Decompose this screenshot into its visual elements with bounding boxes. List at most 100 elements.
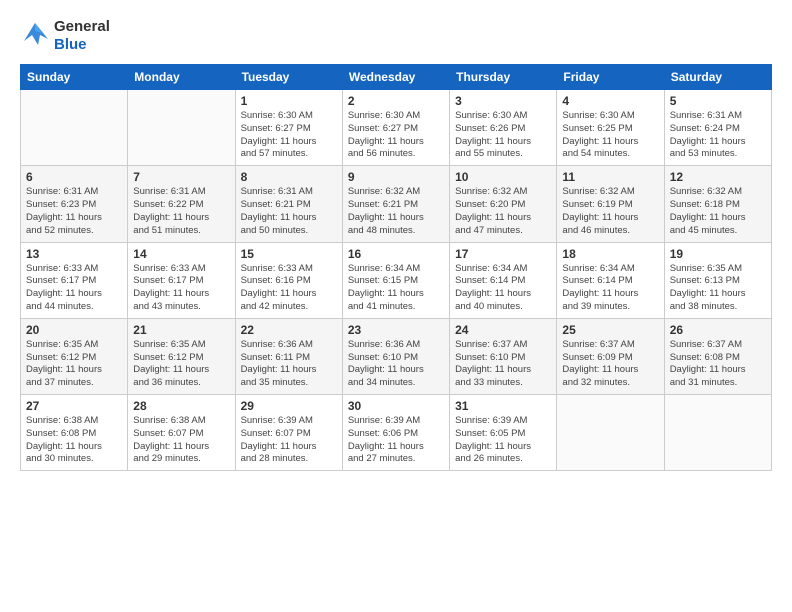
- day-info: Sunrise: 6:30 AMSunset: 6:27 PMDaylight:…: [241, 110, 337, 161]
- calendar-cell: 13Sunrise: 6:33 AMSunset: 6:17 PMDayligh…: [21, 242, 128, 318]
- day-info: Sunrise: 6:38 AMSunset: 6:08 PMDaylight:…: [26, 415, 122, 466]
- calendar-table: SundayMondayTuesdayWednesdayThursdayFrid…: [20, 64, 772, 471]
- day-number: 27: [26, 399, 122, 413]
- day-info: Sunrise: 6:31 AMSunset: 6:24 PMDaylight:…: [670, 110, 766, 161]
- day-number: 20: [26, 323, 122, 337]
- header: General Blue: [20, 18, 772, 54]
- day-number: 13: [26, 247, 122, 261]
- day-info: Sunrise: 6:34 AMSunset: 6:15 PMDaylight:…: [348, 263, 444, 314]
- day-info: Sunrise: 6:36 AMSunset: 6:11 PMDaylight:…: [241, 339, 337, 390]
- calendar-cell: 20 Sunrise: 6:35 AMSunset: 6:12 PMDayligh…: [21, 318, 128, 394]
- calendar-cell: 5 Sunrise: 6:31 AMSunset: 6:24 PMDaylight…: [664, 90, 771, 166]
- day-number: 9: [348, 170, 444, 184]
- calendar-cell: 14 Sunrise: 6:33 AMSunset: 6:17 PMDayligh…: [128, 242, 235, 318]
- day-info: Sunrise: 6:36 AMSunset: 6:10 PMDaylight:…: [348, 339, 444, 390]
- day-number: 14: [133, 247, 229, 261]
- day-info: Sunrise: 6:39 AMSunset: 6:07 PMDaylight:…: [241, 415, 337, 466]
- day-number: 26: [670, 323, 766, 337]
- day-info: Sunrise: 6:31 AMSunset: 6:22 PMDaylight:…: [133, 186, 229, 237]
- calendar-cell: 9 Sunrise: 6:32 AMSunset: 6:21 PMDaylight…: [342, 166, 449, 242]
- calendar-cell: 21 Sunrise: 6:35 AMSunset: 6:12 PMDayligh…: [128, 318, 235, 394]
- calendar-cell: 24Sunrise: 6:37 AMSunset: 6:10 PMDayligh…: [450, 318, 557, 394]
- calendar-cell: [557, 395, 664, 471]
- day-info: Sunrise: 6:31 AMSunset: 6:23 PMDaylight:…: [26, 186, 122, 237]
- day-number: 30: [348, 399, 444, 413]
- day-info: Sunrise: 6:33 AMSunset: 6:17 PMDaylight:…: [133, 263, 229, 314]
- logo-text: General Blue: [54, 18, 110, 54]
- calendar-cell: [21, 90, 128, 166]
- calendar-cell: 11 Sunrise: 6:32 AMSunset: 6:19 PMDayligh…: [557, 166, 664, 242]
- calendar-cell: 18Sunrise: 6:34 AMSunset: 6:14 PMDayligh…: [557, 242, 664, 318]
- calendar-cell: 31Sunrise: 6:39 AMSunset: 6:05 PMDayligh…: [450, 395, 557, 471]
- day-number: 11: [562, 170, 658, 184]
- day-info: Sunrise: 6:37 AMSunset: 6:08 PMDaylight:…: [670, 339, 766, 390]
- day-number: 31: [455, 399, 551, 413]
- calendar-weekday-monday: Monday: [128, 65, 235, 90]
- day-number: 4: [562, 94, 658, 108]
- day-info: Sunrise: 6:34 AMSunset: 6:14 PMDaylight:…: [562, 263, 658, 314]
- calendar-week-5: 27 Sunrise: 6:38 AMSunset: 6:08 PMDayligh…: [21, 395, 772, 471]
- calendar-cell: 16Sunrise: 6:34 AMSunset: 6:15 PMDayligh…: [342, 242, 449, 318]
- day-info: Sunrise: 6:31 AMSunset: 6:21 PMDaylight:…: [241, 186, 337, 237]
- calendar-cell: 10 Sunrise: 6:32 AMSunset: 6:20 PMDayligh…: [450, 166, 557, 242]
- day-info: Sunrise: 6:32 AMSunset: 6:19 PMDaylight:…: [562, 186, 658, 237]
- day-info: Sunrise: 6:30 AMSunset: 6:25 PMDaylight:…: [562, 110, 658, 161]
- calendar-cell: [128, 90, 235, 166]
- day-info: Sunrise: 6:35 AMSunset: 6:13 PMDaylight:…: [670, 263, 766, 314]
- logo-icon: [20, 21, 50, 51]
- day-info: Sunrise: 6:32 AMSunset: 6:18 PMDaylight:…: [670, 186, 766, 237]
- day-number: 2: [348, 94, 444, 108]
- day-info: Sunrise: 6:30 AMSunset: 6:26 PMDaylight:…: [455, 110, 551, 161]
- day-info: Sunrise: 6:38 AMSunset: 6:07 PMDaylight:…: [133, 415, 229, 466]
- calendar-cell: 19Sunrise: 6:35 AMSunset: 6:13 PMDayligh…: [664, 242, 771, 318]
- day-number: 12: [670, 170, 766, 184]
- calendar-cell: 25 Sunrise: 6:37 AMSunset: 6:09 PMDayligh…: [557, 318, 664, 394]
- day-number: 24: [455, 323, 551, 337]
- day-number: 25: [562, 323, 658, 337]
- calendar-cell: 29 Sunrise: 6:39 AMSunset: 6:07 PMDayligh…: [235, 395, 342, 471]
- calendar-week-2: 6 Sunrise: 6:31 AMSunset: 6:23 PMDaylight…: [21, 166, 772, 242]
- calendar-cell: 4 Sunrise: 6:30 AMSunset: 6:25 PMDaylight…: [557, 90, 664, 166]
- day-number: 17: [455, 247, 551, 261]
- day-number: 10: [455, 170, 551, 184]
- calendar-cell: 7 Sunrise: 6:31 AMSunset: 6:22 PMDaylight…: [128, 166, 235, 242]
- day-number: 15: [241, 247, 337, 261]
- day-info: Sunrise: 6:39 AMSunset: 6:06 PMDaylight:…: [348, 415, 444, 466]
- calendar-cell: 30 Sunrise: 6:39 AMSunset: 6:06 PMDayligh…: [342, 395, 449, 471]
- calendar-cell: 1 Sunrise: 6:30 AMSunset: 6:27 PMDaylight…: [235, 90, 342, 166]
- day-number: 3: [455, 94, 551, 108]
- calendar-weekday-tuesday: Tuesday: [235, 65, 342, 90]
- day-info: Sunrise: 6:33 AMSunset: 6:16 PMDaylight:…: [241, 263, 337, 314]
- day-number: 21: [133, 323, 229, 337]
- calendar-cell: 22 Sunrise: 6:36 AMSunset: 6:11 PMDayligh…: [235, 318, 342, 394]
- calendar-week-4: 20 Sunrise: 6:35 AMSunset: 6:12 PMDayligh…: [21, 318, 772, 394]
- calendar-weekday-sunday: Sunday: [21, 65, 128, 90]
- calendar-cell: [664, 395, 771, 471]
- day-info: Sunrise: 6:37 AMSunset: 6:09 PMDaylight:…: [562, 339, 658, 390]
- day-info: Sunrise: 6:35 AMSunset: 6:12 PMDaylight:…: [26, 339, 122, 390]
- day-info: Sunrise: 6:35 AMSunset: 6:12 PMDaylight:…: [133, 339, 229, 390]
- calendar-cell: 17 Sunrise: 6:34 AMSunset: 6:14 PMDayligh…: [450, 242, 557, 318]
- day-number: 1: [241, 94, 337, 108]
- day-info: Sunrise: 6:32 AMSunset: 6:20 PMDaylight:…: [455, 186, 551, 237]
- calendar-cell: 6 Sunrise: 6:31 AMSunset: 6:23 PMDaylight…: [21, 166, 128, 242]
- day-number: 29: [241, 399, 337, 413]
- page: General Blue SundayMondayTuesdayWednesda…: [0, 0, 792, 612]
- calendar-cell: 23Sunrise: 6:36 AMSunset: 6:10 PMDayligh…: [342, 318, 449, 394]
- calendar-week-3: 13 Sunrise: 6:33 AMSunset: 6:17 PMDayligh…: [21, 242, 772, 318]
- day-number: 7: [133, 170, 229, 184]
- day-number: 5: [670, 94, 766, 108]
- day-info: Sunrise: 6:30 AMSunset: 6:27 PMDaylight:…: [348, 110, 444, 161]
- calendar-cell: 28 Sunrise: 6:38 AMSunset: 6:07 PMDayligh…: [128, 395, 235, 471]
- calendar-cell: 3 Sunrise: 6:30 AMSunset: 6:26 PMDaylight…: [450, 90, 557, 166]
- calendar-week-1: 1 Sunrise: 6:30 AMSunset: 6:27 PMDaylight…: [21, 90, 772, 166]
- calendar-cell: 27 Sunrise: 6:38 AMSunset: 6:08 PMDayligh…: [21, 395, 128, 471]
- day-number: 28: [133, 399, 229, 413]
- logo: General Blue: [20, 18, 110, 54]
- day-number: 22: [241, 323, 337, 337]
- day-number: 6: [26, 170, 122, 184]
- calendar-cell: 8Sunrise: 6:31 AMSunset: 6:21 PMDaylight…: [235, 166, 342, 242]
- day-info: Sunrise: 6:34 AMSunset: 6:14 PMDaylight:…: [455, 263, 551, 314]
- day-info: Sunrise: 6:32 AMSunset: 6:21 PMDaylight:…: [348, 186, 444, 237]
- calendar-weekday-thursday: Thursday: [450, 65, 557, 90]
